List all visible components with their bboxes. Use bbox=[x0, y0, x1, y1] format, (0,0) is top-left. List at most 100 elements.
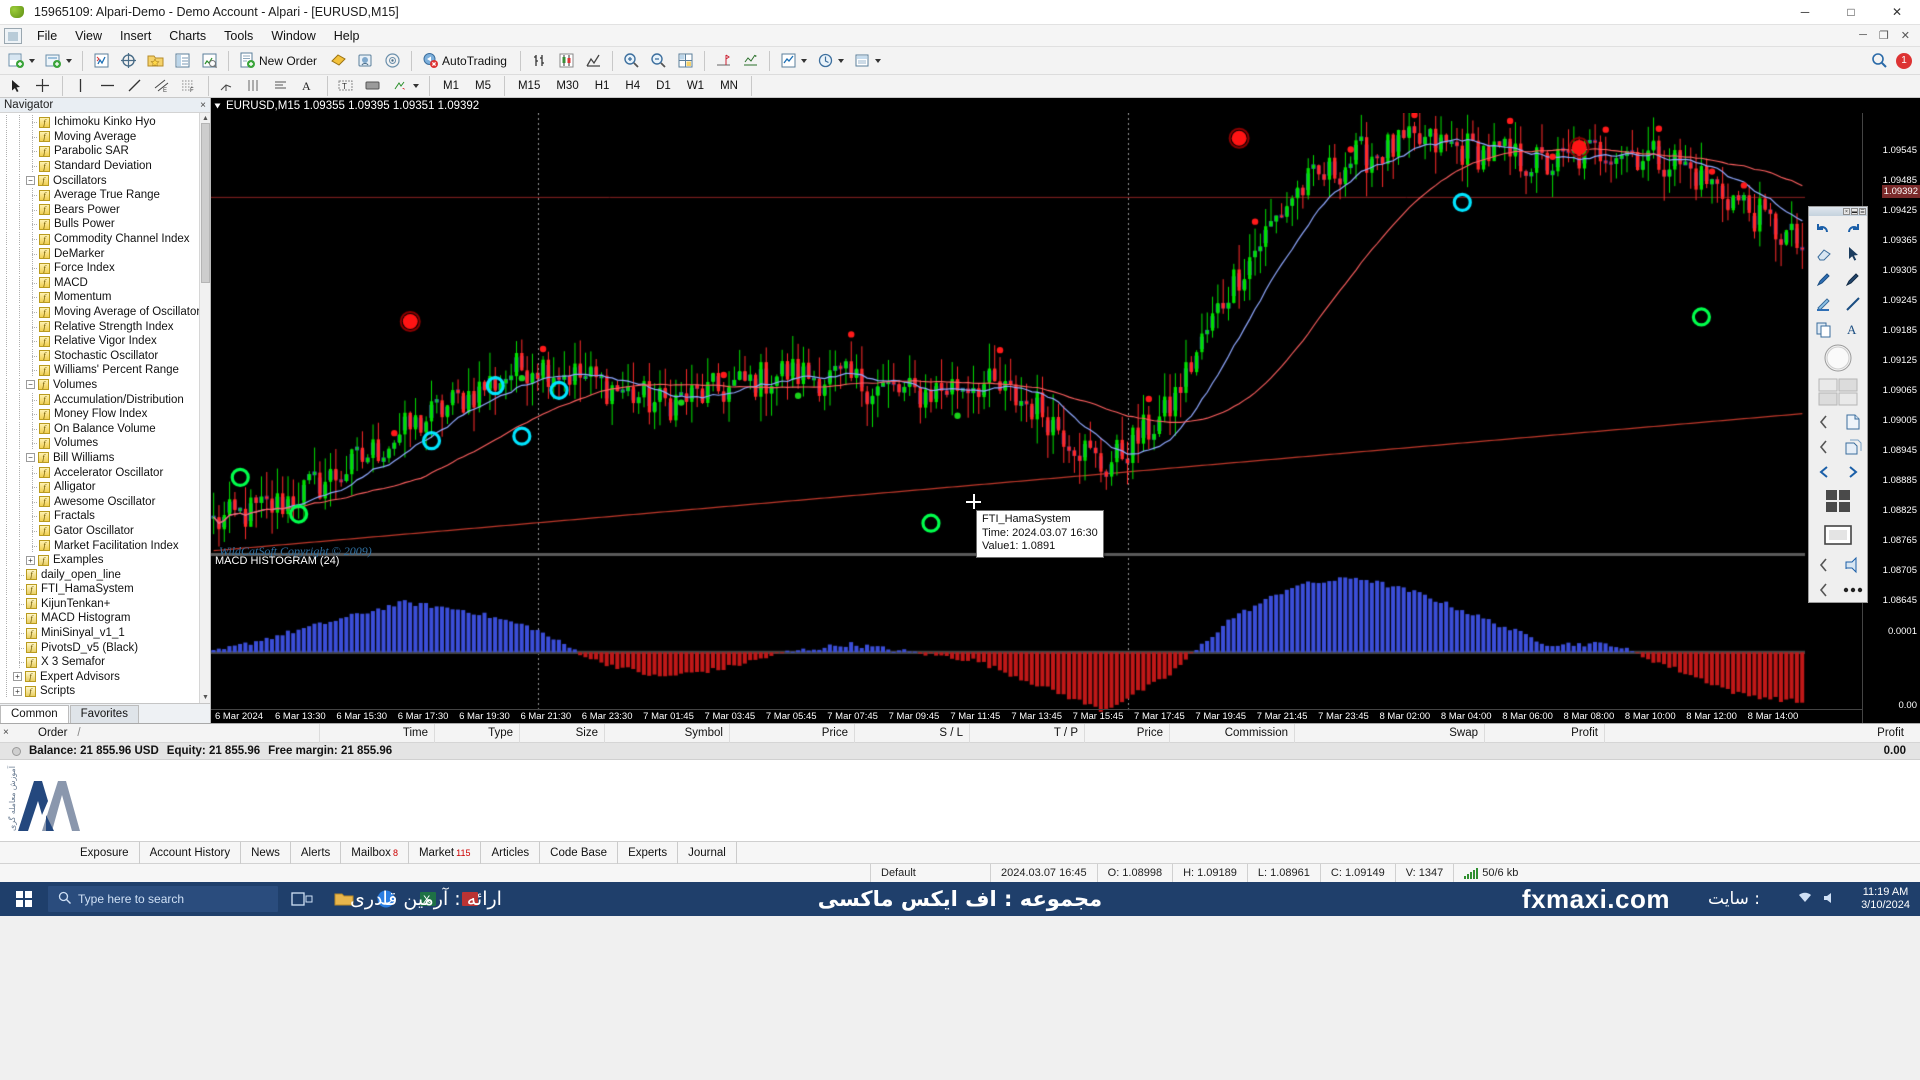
auto-scroll-button[interactable] bbox=[738, 49, 763, 73]
timeframe-mn[interactable]: MN bbox=[713, 77, 745, 96]
terminal-column-size[interactable]: Size bbox=[525, 724, 605, 743]
terminal-column-t-p[interactable]: T / P bbox=[975, 724, 1085, 743]
pen-dark-button[interactable] bbox=[1838, 266, 1867, 291]
navigator-item-momentum[interactable]: fMomentum bbox=[0, 290, 210, 305]
maximize-button[interactable]: □ bbox=[1828, 0, 1874, 25]
bottom-tab-account-history[interactable]: Account History bbox=[140, 842, 242, 864]
tree-expander[interactable]: + bbox=[26, 556, 35, 565]
terminal-column-commission[interactable]: Commission bbox=[1175, 724, 1295, 743]
navigator-item-money-flow-index[interactable]: fMoney Flow Index bbox=[0, 407, 210, 422]
menu-item-window[interactable]: Window bbox=[262, 27, 324, 45]
menu-item-help[interactable]: Help bbox=[325, 27, 369, 45]
bottom-tab-exposure[interactable]: Exposure bbox=[70, 842, 140, 864]
arrows-button[interactable] bbox=[388, 74, 423, 98]
candlestick-chart-button[interactable] bbox=[554, 49, 579, 73]
navigator-item-moving-average[interactable]: fMoving Average bbox=[0, 130, 210, 145]
scroll-down-icon[interactable]: ▼ bbox=[202, 694, 209, 701]
mdi-minimize-button[interactable]: ─ bbox=[1855, 29, 1871, 42]
scrollbar-thumb[interactable] bbox=[201, 123, 210, 283]
navigator-item-bill-williams[interactable]: −fBill Williams bbox=[0, 451, 210, 466]
chevron-down-icon[interactable] bbox=[66, 59, 72, 63]
navigator-item-stochastic-oscillator[interactable]: fStochastic Oscillator bbox=[0, 349, 210, 364]
navigator-item-moving-average-of-oscillator[interactable]: fMoving Average of Oscillator bbox=[0, 305, 210, 320]
autotrading-button[interactable]: AutoTrading bbox=[418, 49, 514, 73]
market-watch-button[interactable] bbox=[89, 49, 114, 73]
menu-item-insert[interactable]: Insert bbox=[111, 27, 160, 45]
terminal-column-order[interactable]: Order/ bbox=[20, 724, 320, 743]
equidistant-channel-button[interactable]: E bbox=[150, 74, 175, 98]
navigator-item-pivotsd-v5-black[interactable]: fPivotsD_v5 (Black) bbox=[0, 640, 210, 655]
back-arrow-button[interactable] bbox=[1809, 459, 1838, 484]
navigator-item-ichimoku-kinko-hyo[interactable]: fIchimoku Kinko Hyo bbox=[0, 115, 210, 130]
time-axis[interactable]: 6 Mar 20246 Mar 13:306 Mar 15:306 Mar 17… bbox=[211, 709, 1862, 723]
terminal-close-icon[interactable]: × bbox=[3, 727, 9, 738]
navigator-item-macd-histogram[interactable]: fMACD Histogram bbox=[0, 611, 210, 626]
bottom-tab-alerts[interactable]: Alerts bbox=[291, 842, 341, 864]
start-button[interactable] bbox=[0, 882, 48, 916]
navigator-item-standard-deviation[interactable]: fStandard Deviation bbox=[0, 159, 210, 174]
tree-expander[interactable]: − bbox=[26, 380, 35, 389]
bottom-tab-articles[interactable]: Articles bbox=[481, 842, 540, 864]
chevron-down-icon[interactable] bbox=[875, 59, 881, 63]
grid-view-button[interactable] bbox=[1809, 484, 1867, 518]
crosshair-tool-button[interactable] bbox=[31, 74, 56, 98]
forward-arrow-button[interactable] bbox=[1838, 459, 1867, 484]
float-close-icon[interactable]: × bbox=[1843, 208, 1850, 215]
navigator-item-scripts[interactable]: +fScripts bbox=[0, 684, 210, 699]
eraser-button[interactable] bbox=[1809, 241, 1838, 266]
page-shape-button[interactable] bbox=[1838, 409, 1867, 434]
terminal-column-symbol[interactable]: Symbol bbox=[610, 724, 730, 743]
new-chart-button[interactable] bbox=[4, 49, 39, 73]
floating-drawing-toolbar[interactable]: × ▬ ☰ bbox=[1808, 206, 1868, 603]
metaeditor-button[interactable] bbox=[326, 49, 351, 73]
price-axis[interactable]: 1.095451.094851.094251.093651.093051.092… bbox=[1862, 113, 1920, 723]
bottom-tab-experts[interactable]: Experts bbox=[618, 842, 678, 864]
tab-favorites[interactable]: Favorites bbox=[70, 705, 139, 723]
navigator-item-parabolic-sar[interactable]: fParabolic SAR bbox=[0, 144, 210, 159]
text-label-button[interactable] bbox=[269, 74, 294, 98]
timeframe-m30[interactable]: M30 bbox=[549, 77, 585, 96]
chart-collapse-icon[interactable] bbox=[215, 103, 221, 108]
navigator-item-relative-vigor-index[interactable]: fRelative Vigor Index bbox=[0, 334, 210, 349]
templates-button[interactable] bbox=[850, 49, 885, 73]
zoom-in-button[interactable] bbox=[619, 49, 644, 73]
tree-expander[interactable]: + bbox=[13, 672, 22, 681]
terminal-column-profit[interactable]: Profit bbox=[1830, 724, 1910, 743]
terminal-column-price[interactable]: Price bbox=[735, 724, 855, 743]
chart-canvas[interactable] bbox=[211, 113, 1863, 723]
navigator-item-gator-oscillator[interactable]: fGator Oscillator bbox=[0, 524, 210, 539]
navigator-scrollbar[interactable]: ▲ ▼ bbox=[199, 113, 210, 703]
navigator-item-bears-power[interactable]: fBears Power bbox=[0, 203, 210, 218]
navigator-item-bulls-power[interactable]: fBulls Power bbox=[0, 217, 210, 232]
navigator-item-average-true-range[interactable]: fAverage True Range bbox=[0, 188, 210, 203]
alert-badge[interactable]: 1 bbox=[1896, 53, 1912, 69]
navigator-item-expert-advisors[interactable]: +fExpert Advisors bbox=[0, 670, 210, 685]
navigator-button[interactable] bbox=[143, 49, 168, 73]
taskbar-search-input[interactable]: Type here to search bbox=[48, 886, 278, 912]
close-button[interactable]: ✕ bbox=[1874, 0, 1920, 25]
indicators-button[interactable] bbox=[776, 49, 811, 73]
rectangle-button[interactable] bbox=[361, 74, 386, 98]
navigator-item-force-index[interactable]: fForce Index bbox=[0, 261, 210, 276]
pen-blue-button[interactable] bbox=[1809, 266, 1838, 291]
chevron-down-icon[interactable] bbox=[801, 59, 807, 63]
mdi-close-button[interactable]: ✕ bbox=[1897, 29, 1914, 42]
navigator-item-fti-hamasystem[interactable]: fFTI_HamaSystem bbox=[0, 582, 210, 597]
highlighter-button[interactable] bbox=[1809, 291, 1838, 316]
pages-stack-button[interactable] bbox=[1838, 434, 1867, 459]
signals-button[interactable] bbox=[380, 49, 405, 73]
bottom-tab-mailbox[interactable]: Mailbox8 bbox=[341, 842, 409, 864]
terminal-column-time[interactable]: Time bbox=[330, 724, 435, 743]
undo-button[interactable] bbox=[1809, 216, 1838, 241]
andrews-pitchfork-button[interactable] bbox=[215, 74, 240, 98]
trendline-button[interactable] bbox=[123, 74, 148, 98]
timeframe-m15[interactable]: M15 bbox=[511, 77, 547, 96]
text-tool-button[interactable]: A bbox=[1838, 316, 1867, 341]
terminal-column-price[interactable]: Price bbox=[1090, 724, 1170, 743]
horizontal-line-button[interactable] bbox=[96, 74, 121, 98]
menu-item-charts[interactable]: Charts bbox=[160, 27, 215, 45]
chevron-down-icon[interactable] bbox=[413, 84, 419, 88]
float-menu-icon[interactable]: ☰ bbox=[1859, 208, 1866, 215]
taskbar-clock[interactable]: 11:19 AM 3/10/2024 bbox=[1861, 886, 1910, 912]
timeframe-h4[interactable]: H4 bbox=[618, 77, 647, 96]
